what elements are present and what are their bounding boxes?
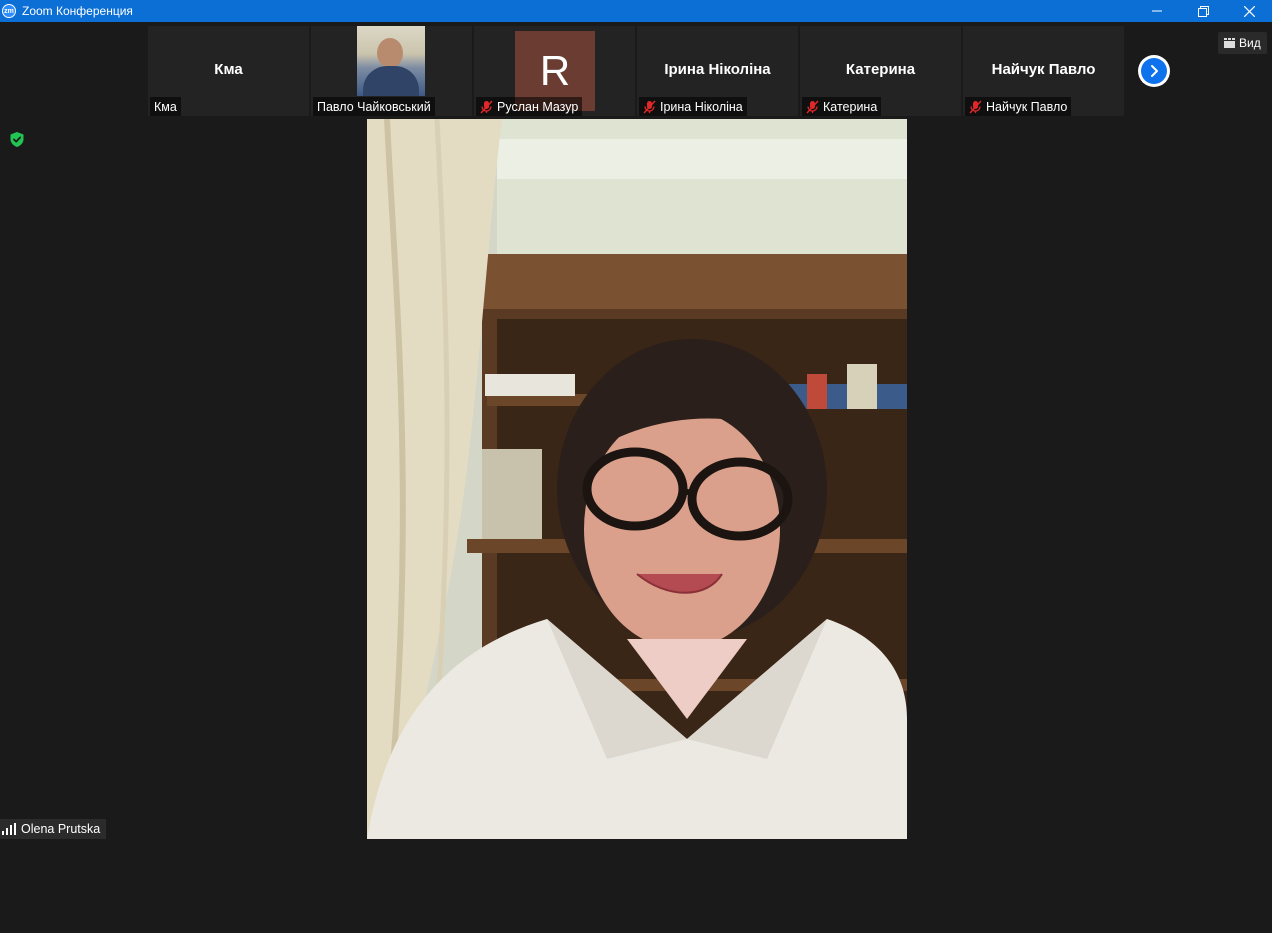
signal-bars-icon (2, 823, 16, 835)
restore-icon (1197, 5, 1209, 17)
participant-name-label: Ірина Ніколіна (639, 97, 747, 116)
participant-tile[interactable]: Кма Кма (148, 26, 309, 116)
participant-name-label: Кма (150, 97, 181, 116)
participant-label-text: Павло Чайковський (317, 99, 431, 114)
participant-tile[interactable]: R Руслан Мазур (474, 26, 635, 116)
window-title: Zoom Конференция (22, 4, 133, 18)
participant-name-label: Катерина (802, 97, 882, 116)
active-speaker-name: Olena Prutska (21, 822, 101, 836)
participant-name-label: Павло Чайковський (313, 97, 435, 116)
chevron-right-icon (1151, 65, 1158, 77)
close-button[interactable] (1226, 0, 1272, 22)
active-speaker-video[interactable] (367, 119, 907, 839)
participant-strip: Кма Кма Павло Чайковський R Руслан Мазур… (148, 26, 1124, 116)
participant-center-name: Найчук Павло (991, 61, 1096, 78)
participant-label-text: Руслан Мазур (497, 99, 579, 114)
security-shield-icon[interactable] (9, 131, 25, 148)
participant-name-label: Найчук Павло (965, 97, 1072, 116)
window-controls (1134, 0, 1272, 22)
participant-center-name: Катерина (845, 61, 916, 78)
close-icon (1243, 5, 1255, 17)
mic-muted-icon (969, 99, 982, 114)
gallery-view-icon (1224, 38, 1235, 48)
zoom-logo-icon: zm (2, 4, 16, 18)
participant-center-name: Кма (214, 61, 243, 78)
mic-muted-icon (480, 99, 493, 114)
speaker-video-frame (367, 119, 907, 839)
minimize-button[interactable] (1134, 0, 1180, 22)
next-page-button[interactable] (1138, 55, 1170, 87)
participant-tile[interactable]: Ірина Ніколіна Ірина Ніколіна (637, 26, 798, 116)
participant-name-label: Руслан Мазур (476, 97, 583, 116)
participant-tile[interactable]: Павло Чайковський (311, 26, 472, 116)
participant-label-text: Ірина Ніколіна (660, 99, 743, 114)
participant-tile[interactable]: Катерина Катерина (800, 26, 961, 116)
participant-label-text: Катерина (823, 99, 878, 114)
mic-muted-icon (806, 99, 819, 114)
minimize-icon (1152, 10, 1162, 12)
participant-video (357, 26, 425, 96)
window-titlebar: zm Zoom Конференция (0, 0, 1272, 22)
view-button[interactable]: Вид (1218, 32, 1267, 54)
participant-center-name: Ірина Ніколіна (664, 61, 771, 78)
participant-tile[interactable]: Найчук Павло Найчук Павло (963, 26, 1124, 116)
active-speaker-label: Olena Prutska (0, 819, 107, 839)
participant-label-text: Найчук Павло (986, 99, 1068, 114)
participant-label-text: Кма (154, 99, 177, 114)
restore-button[interactable] (1180, 0, 1226, 22)
mic-muted-icon (643, 99, 656, 114)
view-button-label: Вид (1239, 36, 1261, 50)
